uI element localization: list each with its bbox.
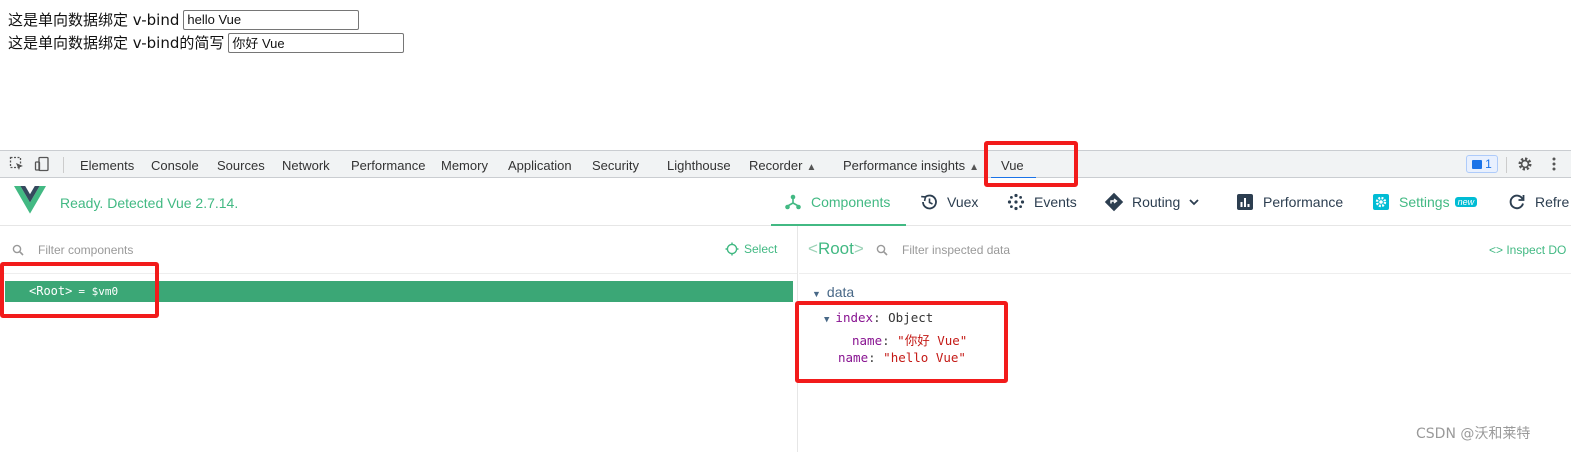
nav-components-label: Components [811,194,891,210]
filter-inspected-data-input[interactable]: Filter inspected data [902,243,1010,257]
issues-count: 1 [1485,157,1492,171]
bound-input-2[interactable] [228,32,405,53]
annotation-box-root [0,262,159,318]
nav-components[interactable]: Components [771,178,906,226]
title-bracket-close: > [853,239,864,258]
nav-routing[interactable]: Routing [1104,178,1200,226]
annotation-box-vue-tab [984,141,1078,187]
search-icon [876,244,888,256]
tab-sources[interactable]: Sources [217,158,265,173]
binding-label-1: 这是单向数据绑定 v-bind [8,11,180,29]
tab-performance-insights-label: Performance insights [843,158,966,173]
filter-components-input[interactable]: Filter components [38,243,133,257]
tab-network[interactable]: Network [282,158,330,173]
inspected-component-title: <Root> [808,239,864,259]
nav-performance-label: Performance [1263,194,1344,210]
select-component-button[interactable]: Select [725,242,777,256]
toolbar-divider [1506,157,1507,173]
watermark-text: CSDN @沃和莱特 [1416,426,1531,442]
tab-console[interactable]: Console [151,158,199,173]
inspector-toolbar: <Root> Filter inspected data <> Inspect … [799,226,1571,274]
tab-security[interactable]: Security [592,158,639,173]
nav-refresh[interactable]: Refre [1507,178,1569,226]
tab-application[interactable]: Application [508,158,572,173]
new-badge: new [1454,197,1478,207]
components-icon [785,194,801,210]
nav-settings[interactable]: Settings new [1371,178,1478,226]
binding-label-2: 这是单向数据绑定 v-bind的简写 [8,34,225,52]
title-bracket-open: < [808,239,818,258]
refresh-icon [1509,194,1525,210]
nav-performance[interactable]: Performance [1235,178,1343,226]
tab-memory[interactable]: Memory [441,158,488,173]
tab-recorder[interactable]: Recorder ▲ [749,158,816,173]
nav-settings-label: Settings [1399,194,1450,210]
nav-routing-label: Routing [1132,194,1181,210]
tab-performance-insights[interactable]: Performance insights ▲ [843,158,979,173]
nav-events-label: Events [1034,194,1077,210]
toolbar-divider [63,157,64,173]
nav-refresh-label: Refre [1535,194,1570,210]
more-options-icon[interactable] [1546,156,1562,172]
components-pane: Filter components Select <Root> = $vm0 [0,226,798,452]
nav-vuex-label: Vuex [947,194,979,210]
devtools-tab-bar: Elements Console Sources Network Perform… [0,150,1571,179]
inspect-dom-button[interactable]: <> Inspect DO [1489,243,1566,257]
tab-performance[interactable]: Performance [351,158,425,173]
events-icon [1007,193,1025,211]
tab-lighthouse[interactable]: Lighthouse [667,158,731,173]
search-icon [12,244,24,256]
routing-diamond-icon [1104,192,1124,212]
bound-input-1[interactable] [183,9,360,30]
vue-logo-icon [14,186,46,214]
experimental-flask-icon: ▲ [806,162,817,173]
annotation-box-data [795,301,1008,383]
binding-row-2: 这是单向数据绑定 v-bind的简写 [8,32,405,53]
binding-row-1: 这是单向数据绑定 v-bind [8,9,360,30]
target-icon [725,242,739,256]
data-section-header[interactable]: ▼ data [812,284,854,300]
expand-triangle-icon: ▼ [812,289,821,299]
tab-recorder-label: Recorder [749,158,803,173]
device-toolbar-icon[interactable] [34,156,50,172]
gear-icon[interactable] [1517,156,1533,172]
vue-status-text: Ready. Detected Vue 2.7.14. [60,195,239,211]
select-label: Select [744,242,778,256]
tab-elements[interactable]: Elements [80,158,134,173]
nav-vuex[interactable]: Vuex [919,178,978,226]
chevron-down-icon [1189,199,1199,206]
title-component-name: Root [817,239,854,258]
message-icon [1472,159,1483,169]
vue-devtools-header: Ready. Detected Vue 2.7.14. Components V… [0,178,1571,226]
data-section-label: data [826,284,855,300]
issues-badge[interactable]: 1 [1466,155,1498,173]
experimental-flask-icon: ▲ [969,162,980,173]
inspect-element-icon[interactable] [9,156,25,172]
bar-chart-icon [1237,194,1253,210]
settings-icon [1373,194,1389,210]
history-icon [921,194,937,210]
